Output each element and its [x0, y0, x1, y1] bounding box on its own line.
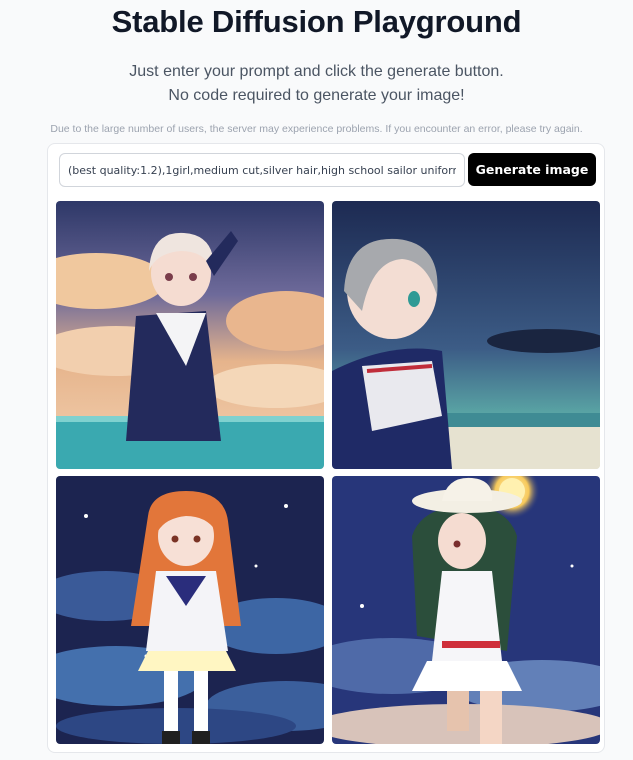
prompt-row: Generate image	[59, 153, 596, 187]
image-gallery	[56, 201, 600, 747]
generator-card: Generate image	[47, 143, 605, 753]
subtitle-line-1: Just enter your prompt and click the gen…	[129, 63, 504, 80]
subtitle-line-2: No code required to generate your image!	[168, 87, 465, 104]
page-title: Stable Diffusion Playground	[111, 4, 522, 39]
generated-image-1[interactable]	[56, 201, 324, 469]
page: Stable Diffusion Playground Just enter y…	[0, 0, 633, 760]
generated-image-2[interactable]	[332, 201, 600, 469]
generated-image-3[interactable]	[56, 476, 324, 744]
page-subtitle: Just enter your prompt and click the gen…	[0, 60, 633, 108]
server-notice: Due to the large number of users, the se…	[50, 123, 583, 135]
image-3-art	[56, 476, 324, 744]
generate-image-button[interactable]: Generate image	[468, 153, 596, 186]
image-4-art	[332, 476, 600, 744]
generated-image-4[interactable]	[332, 476, 600, 744]
image-1-art	[56, 201, 324, 469]
prompt-input[interactable]	[59, 153, 465, 187]
image-2-art	[332, 201, 600, 469]
